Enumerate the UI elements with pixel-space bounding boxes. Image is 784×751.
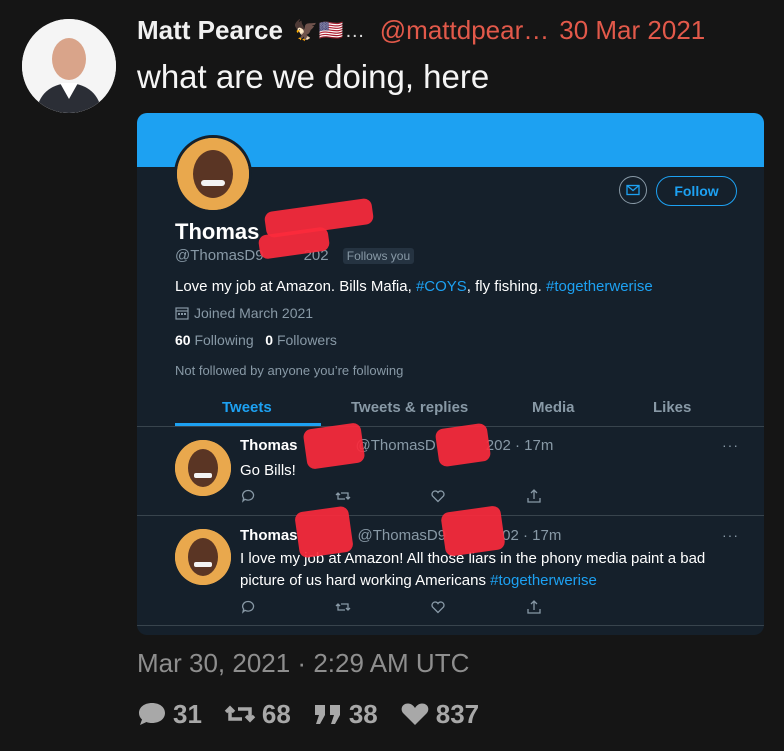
following-count[interactable]: 60 — [175, 332, 191, 348]
redaction-mark — [294, 505, 354, 559]
tweet-author-handle[interactable]: @ThomasD — [356, 437, 436, 454]
follows-you-badge: Follows you — [342, 248, 415, 264]
tab-likes[interactable]: Likes — [653, 399, 691, 416]
message-button[interactable] — [619, 176, 647, 204]
heart-icon — [401, 703, 429, 725]
bio-hashtag-togetherwerise[interactable]: #togetherwerise — [546, 278, 653, 295]
following-label[interactable]: Following — [194, 332, 253, 348]
tweet-actions — [240, 488, 660, 506]
tab-tweets-replies[interactable]: Tweets & replies — [351, 399, 468, 416]
tweet-body-text: Go Bills! — [240, 462, 296, 479]
share-icon[interactable] — [526, 599, 542, 615]
tweet-time[interactable]: · 17m — [523, 527, 561, 544]
tweet-avatar — [175, 529, 231, 585]
retweet-icon[interactable] — [335, 599, 351, 615]
comment-icon — [139, 703, 165, 725]
redaction-mark — [434, 422, 492, 468]
tweet-author-name[interactable]: Thomas — [240, 527, 298, 544]
follow-stats: 60 Following 0 Followers — [175, 332, 337, 348]
retweets-stat[interactable]: 68 — [224, 699, 291, 730]
calendar-icon — [175, 307, 189, 320]
active-tab-indicator — [175, 423, 321, 426]
quote-icon — [314, 705, 340, 724]
replies-stat[interactable]: 31 — [137, 699, 202, 730]
profile-tabs: Tweets Tweets & replies Media Likes — [137, 389, 764, 427]
more-options-icon[interactable]: ··· — [722, 437, 739, 453]
envelope-icon — [626, 184, 640, 196]
retweets-count: 68 — [261, 698, 291, 729]
profile-bio: Love my job at Amazon. Bills Mafia, #COY… — [175, 278, 653, 295]
tweet-time[interactable]: · 17m — [515, 437, 553, 454]
tweet-date[interactable]: 30 Mar 2021 — [559, 15, 705, 46]
bio-hashtag-coys[interactable]: #COYS — [416, 278, 467, 295]
followers-label[interactable]: Followers — [277, 332, 337, 348]
bio-text-1: Love my job at Amazon. Bills Mafia, — [175, 278, 416, 295]
quotes-count: 38 — [348, 698, 378, 729]
joined-date: Joined March 2021 — [175, 305, 313, 321]
author-handle[interactable]: @mattdpear… — [380, 15, 549, 46]
redaction-mark — [302, 422, 366, 470]
quotes-stat[interactable]: 38 — [313, 699, 378, 730]
followers-count[interactable]: 0 — [265, 332, 273, 348]
profile-name: Thomas — [175, 219, 260, 244]
tweet-meta: Thomas @ThomasD9 02 · 17m — [240, 527, 561, 544]
replies-count: 31 — [173, 698, 202, 729]
tab-media[interactable]: Media — [532, 399, 575, 416]
tweet-header: Matt Pearce 🦅🇺🇸… @mattdpear… 30 Mar 2021 — [137, 13, 767, 47]
retweet-icon — [224, 705, 256, 723]
joined-text: Joined March 2021 — [194, 305, 314, 321]
tweet-timestamp[interactable]: Mar 30, 2021 · 2:29 AM UTC — [137, 648, 469, 679]
tweet-author-name[interactable]: Thomas — [240, 437, 298, 454]
likes-count: 837 — [435, 698, 480, 729]
tweet-avatar — [175, 440, 231, 496]
tweet-stats: 31 68 38 837 — [137, 698, 501, 730]
author-name[interactable]: Matt Pearce — [137, 15, 283, 46]
reply-icon[interactable] — [240, 599, 256, 615]
author-avatar[interactable] — [22, 19, 116, 113]
author-flag-emojis: 🦅🇺🇸… — [292, 19, 366, 42]
tweet-meta: Thomas @ThomasD 202 · 17m — [240, 437, 553, 454]
redaction-mark — [440, 505, 506, 557]
likes-stat[interactable]: 837 — [400, 699, 479, 730]
follow-button[interactable]: Follow — [656, 176, 737, 206]
tweet-hashtag[interactable]: #togetherwerise — [490, 572, 597, 589]
like-icon[interactable] — [430, 488, 446, 504]
tab-tweets[interactable]: Tweets — [222, 399, 272, 416]
tweet-actions — [240, 599, 660, 617]
not-followed-notice: Not followed by anyone you’re following — [175, 363, 404, 378]
reply-icon[interactable] — [240, 488, 256, 504]
tweet-text: what are we doing, here — [137, 58, 490, 95]
more-options-icon[interactable]: ··· — [722, 527, 739, 543]
retweet-icon[interactable] — [335, 488, 351, 504]
embedded-screenshot[interactable]: Follow Thomas @ThomasD9 202 Follows you L… — [137, 113, 764, 635]
like-icon[interactable] — [430, 599, 446, 615]
profile-avatar — [174, 135, 252, 213]
tweet-author-handle[interactable]: @ThomasD9 — [358, 527, 447, 544]
profile-handle-start: @ThomasD9 — [175, 247, 264, 264]
share-icon[interactable] — [526, 488, 542, 504]
bio-text-2: , fly fishing. — [466, 278, 546, 295]
